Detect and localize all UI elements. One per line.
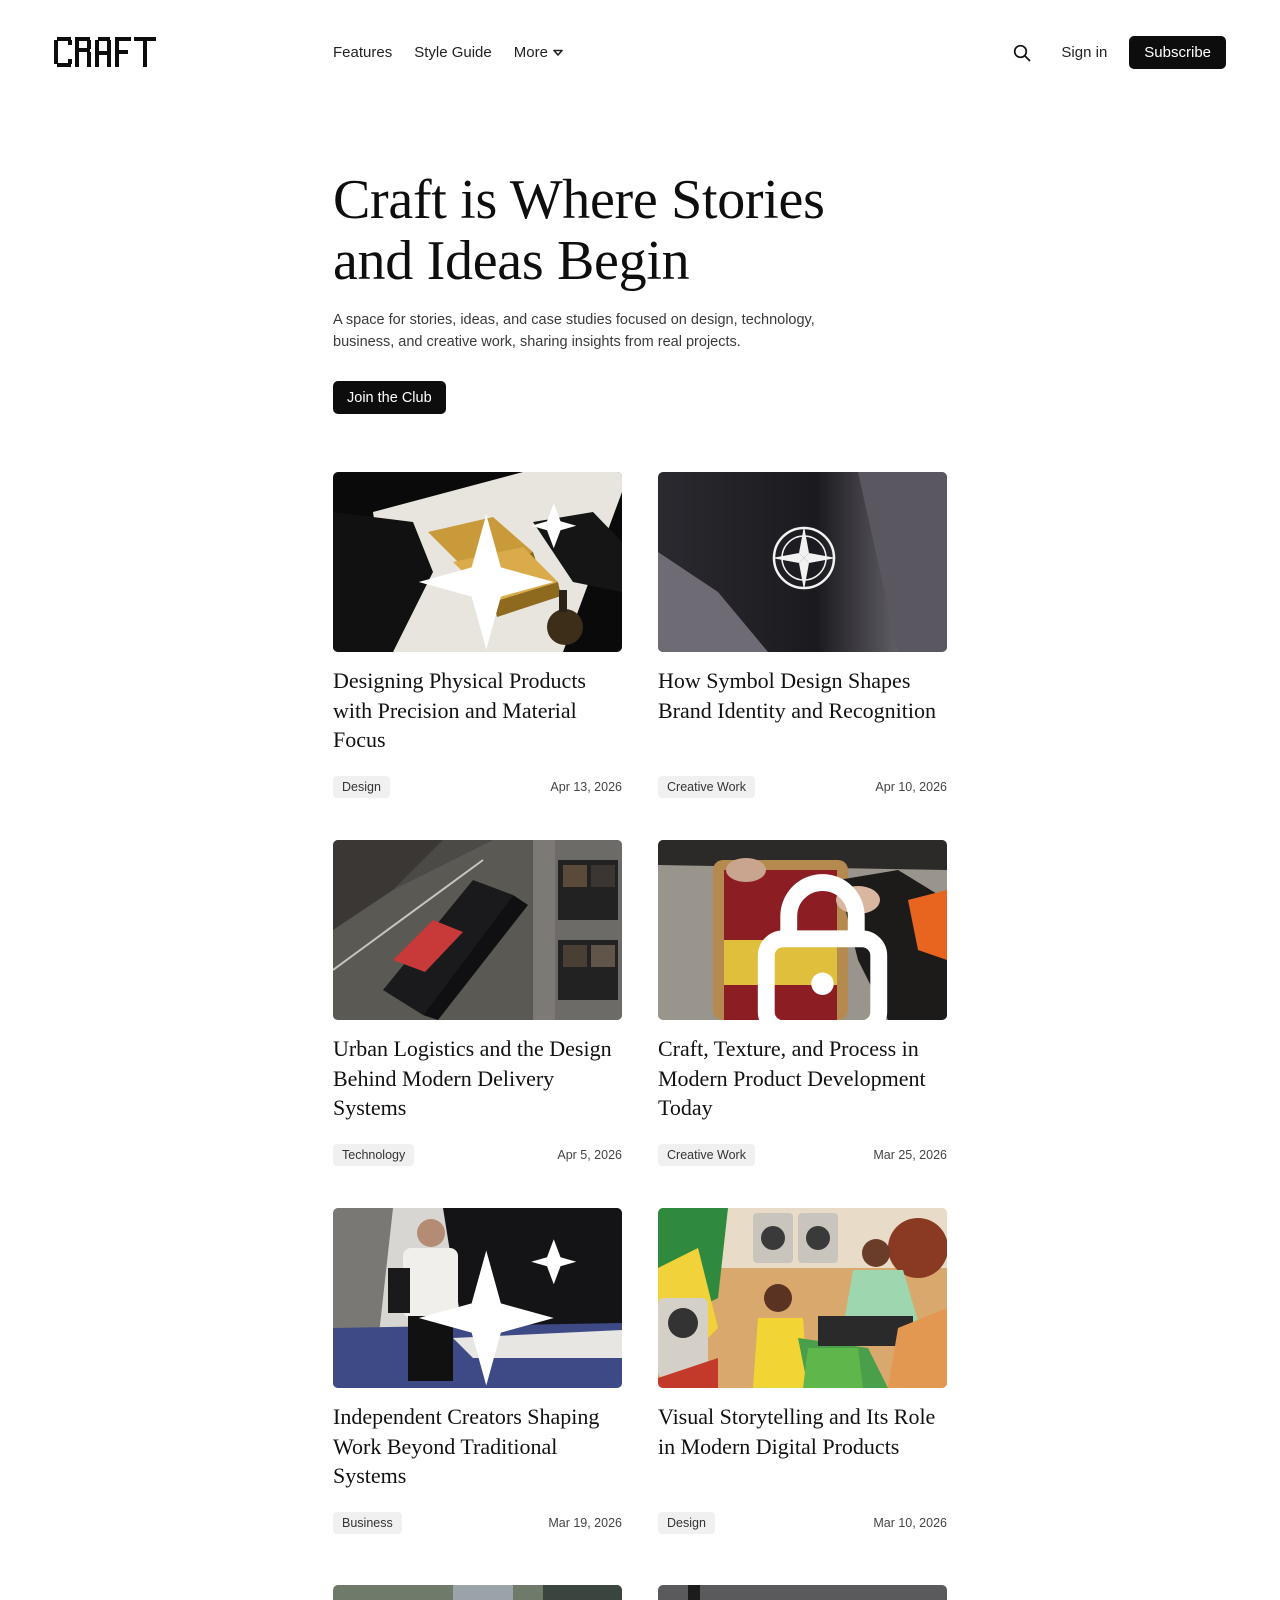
post-meta: Design Apr 13, 2026 (333, 776, 622, 798)
post-tag[interactable]: Design (658, 1512, 715, 1534)
post-date: Mar 19, 2026 (548, 1516, 622, 1530)
post-image (333, 472, 622, 652)
subscribe-button[interactable]: Subscribe (1129, 36, 1226, 69)
post-title[interactable]: Craft, Texture, and Process in Modern Pr… (658, 1034, 947, 1130)
posts-grid: Designing Physical Products with Precisi… (333, 472, 947, 1534)
hero-section: Craft is Where Stories and Ideas Begin A… (333, 170, 953, 414)
post-date: Apr 5, 2026 (557, 1148, 622, 1162)
post-date: Mar 25, 2026 (873, 1148, 947, 1162)
post-card[interactable]: Designing Physical Products with Precisi… (333, 472, 622, 798)
sparkle-icon (418, 503, 577, 650)
post-card[interactable]: Visual Storytelling and Its Role in Mode… (658, 1208, 947, 1534)
post-image-partial (333, 1585, 622, 1600)
hero-title-line2: and Ideas Begin (333, 230, 690, 292)
lock-icon (757, 874, 888, 1020)
site-header: Features Style Guide More Sign in Subscr… (0, 0, 1280, 106)
post-card[interactable]: Urban Logistics and the Design Behind Mo… (333, 840, 622, 1166)
post-image (658, 472, 947, 652)
post-tag[interactable]: Creative Work (658, 1144, 755, 1166)
post-date: Mar 10, 2026 (873, 1516, 947, 1530)
nav-style-guide[interactable]: Style Guide (414, 44, 492, 61)
post-title[interactable]: Independent Creators Shaping Work Beyond… (333, 1402, 622, 1498)
join-club-button[interactable]: Join the Club (333, 381, 446, 414)
next-row-peek (333, 1585, 947, 1600)
logo-wordmark (54, 37, 156, 67)
post-title[interactable]: Designing Physical Products with Precisi… (333, 666, 622, 762)
nav-more-label: More (513, 44, 548, 61)
header-actions: Sign in Subscribe (1011, 36, 1226, 69)
post-tag[interactable]: Business (333, 1512, 402, 1534)
post-image (333, 840, 622, 1020)
nav-more[interactable]: More (514, 44, 563, 61)
post-title[interactable]: How Symbol Design Shapes Brand Identity … (658, 666, 947, 762)
post-card[interactable]: Craft, Texture, and Process in Modern Pr… (658, 840, 947, 1166)
hero-title-line1: Craft is Where Stories (333, 169, 825, 231)
post-title[interactable]: Visual Storytelling and Its Role in Mode… (658, 1402, 947, 1498)
post-card[interactable]: How Symbol Design Shapes Brand Identity … (658, 472, 947, 798)
post-image (333, 1208, 622, 1388)
craft-logo[interactable] (54, 37, 156, 67)
post-date: Apr 13, 2026 (550, 780, 622, 794)
post-date: Apr 10, 2026 (875, 780, 947, 794)
post-meta: Creative Work Apr 10, 2026 (658, 776, 947, 798)
post-image (658, 1208, 947, 1388)
post-image (658, 840, 947, 1020)
post-title[interactable]: Urban Logistics and the Design Behind Mo… (333, 1034, 622, 1130)
post-meta: Creative Work Mar 25, 2026 (658, 1144, 947, 1166)
post-tag[interactable]: Design (333, 776, 390, 798)
post-meta: Technology Apr 5, 2026 (333, 1144, 622, 1166)
post-image-partial (658, 1585, 947, 1600)
sign-in-link[interactable]: Sign in (1061, 44, 1107, 61)
post-meta: Design Mar 10, 2026 (658, 1512, 947, 1534)
post-card[interactable]: Independent Creators Shaping Work Beyond… (333, 1208, 622, 1534)
sparkle-icon (418, 1239, 577, 1386)
search-icon[interactable] (1011, 42, 1033, 64)
chevron-down-icon (553, 49, 563, 56)
hero-title: Craft is Where Stories and Ideas Begin (333, 170, 953, 292)
post-tag[interactable]: Creative Work (658, 776, 755, 798)
hero-subtitle: A space for stories, ideas, and case stu… (333, 312, 815, 350)
post-tag[interactable]: Technology (333, 1144, 415, 1166)
main-nav: Features Style Guide More (333, 44, 563, 61)
nav-features[interactable]: Features (333, 44, 392, 61)
post-meta: Business Mar 19, 2026 (333, 1512, 622, 1534)
